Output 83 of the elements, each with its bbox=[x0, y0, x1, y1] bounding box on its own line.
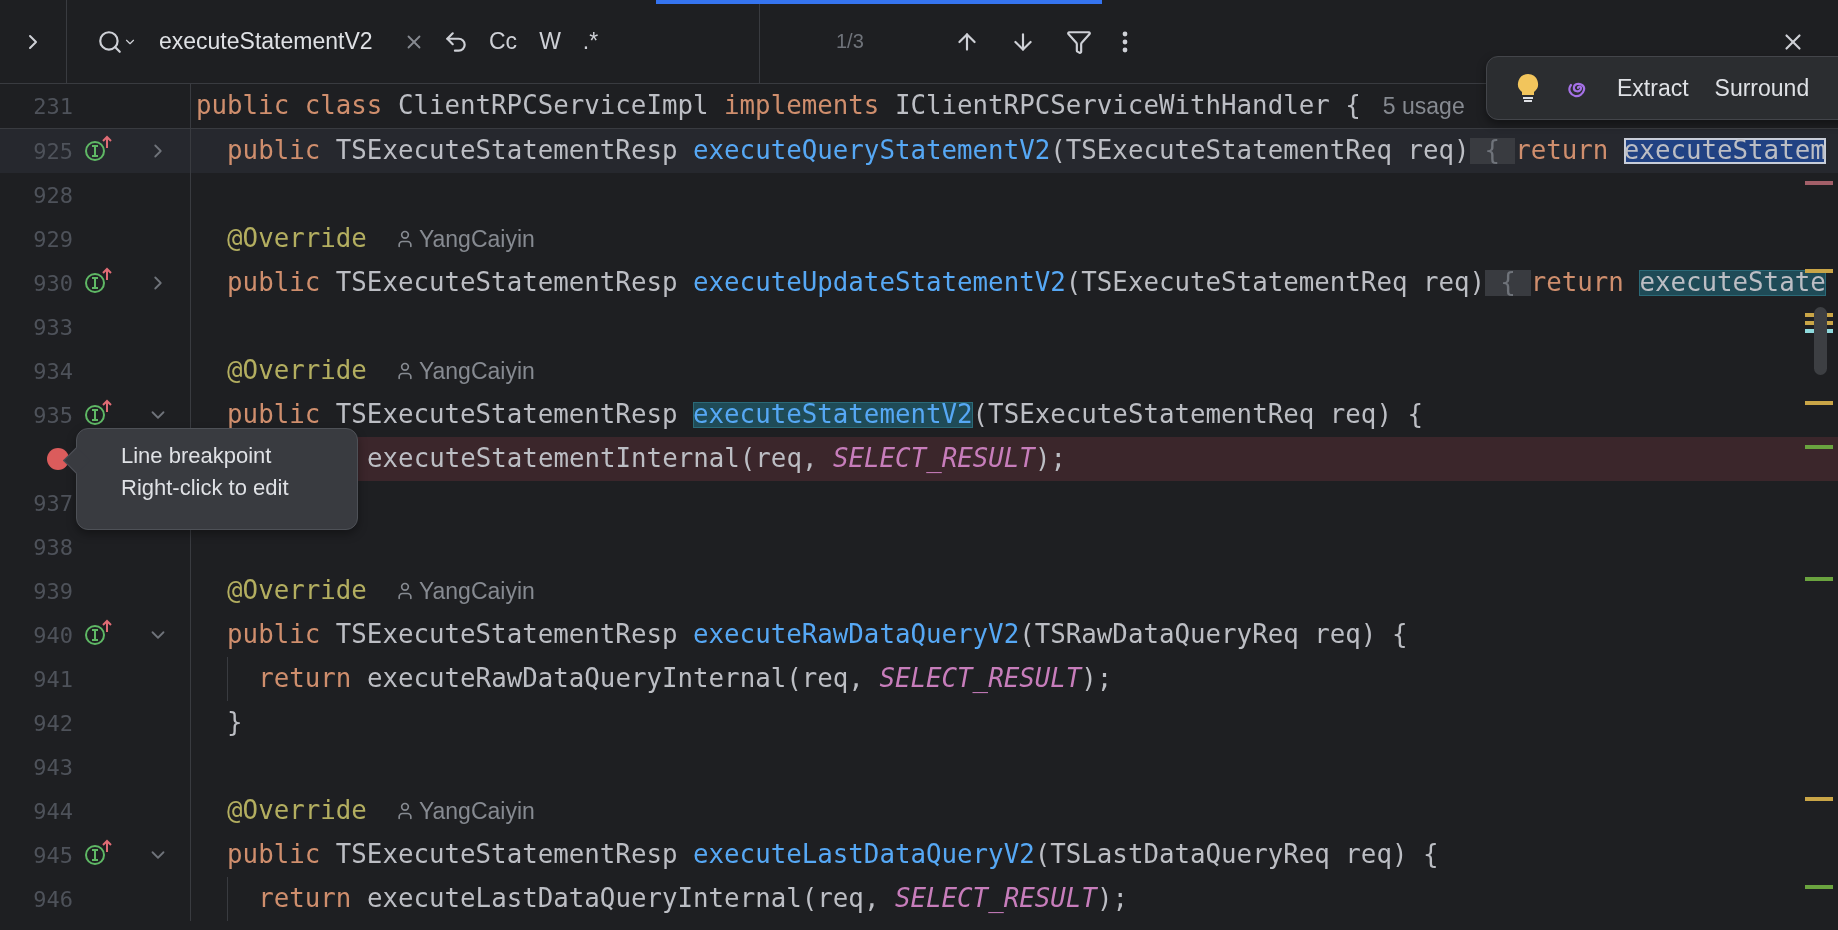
intention-action[interactable]: Surround bbox=[1714, 74, 1810, 102]
annotation: @Override bbox=[227, 798, 367, 824]
code-text: TSExecuteStatementResp bbox=[335, 842, 679, 868]
line-number: 930 bbox=[33, 270, 73, 296]
method-name: executeRawDataQueryV2 bbox=[693, 622, 1020, 648]
line-number: 929 bbox=[33, 226, 73, 252]
code-text: (TSLastDataQueryReq req) { bbox=[1034, 842, 1439, 868]
breakpoint-dot[interactable] bbox=[47, 448, 69, 470]
more-icon bbox=[1121, 30, 1128, 53]
annotation: @Override bbox=[227, 358, 367, 384]
code-text: executeLastDataQueryInternal(req, bbox=[366, 886, 881, 912]
code-text: TSExecuteStatementResp bbox=[335, 270, 679, 296]
search-icon bbox=[97, 28, 123, 55]
author-hint[interactable]: YangCaiyin bbox=[418, 579, 535, 603]
implements-marker-icon[interactable] bbox=[84, 619, 114, 647]
code-text: } bbox=[227, 710, 243, 736]
constant: SELECT_RESULT bbox=[879, 666, 1082, 692]
method-name: executeUpdateStatementV2 bbox=[693, 270, 1066, 296]
line-number: 933 bbox=[33, 314, 73, 340]
constant: SELECT_RESULT bbox=[833, 446, 1035, 472]
line-number: 945 bbox=[33, 842, 73, 868]
annotation: @Override bbox=[227, 226, 367, 252]
line-number: 939 bbox=[33, 578, 73, 604]
search-option-toggle[interactable]: W bbox=[533, 24, 567, 59]
method-name: executeQueryStatementV2 bbox=[693, 138, 1051, 164]
search-field[interactable]: executeStatementV2 bbox=[159, 26, 389, 57]
line-number: 944 bbox=[33, 798, 73, 824]
keyword: public bbox=[227, 842, 322, 868]
line-number: 941 bbox=[33, 666, 73, 692]
code-text: executeRawDataQueryInternal(req, bbox=[366, 666, 865, 692]
keyword: public bbox=[227, 402, 322, 428]
implements-marker-icon[interactable] bbox=[84, 399, 114, 427]
code-text: (TSExecuteStatementReq req) bbox=[1050, 138, 1470, 164]
code-text: TSExecuteStatementResp bbox=[335, 402, 679, 428]
code-text: IClientRPCServiceWithHandler { bbox=[894, 93, 1361, 119]
keyword: public bbox=[227, 138, 322, 164]
constant: SELECT_RESULT bbox=[894, 886, 1097, 912]
search-match: executeStatementV2 bbox=[693, 402, 973, 428]
line-number: 940 bbox=[33, 622, 73, 648]
author-hint[interactable]: YangCaiyin bbox=[418, 227, 535, 251]
code-text: TSExecuteStatementResp bbox=[335, 622, 679, 648]
keyword: public bbox=[227, 270, 322, 296]
implements-marker-icon[interactable] bbox=[84, 839, 114, 867]
line-number: 934 bbox=[33, 358, 73, 384]
keyword: implements bbox=[724, 93, 881, 119]
lightbulb-icon[interactable] bbox=[1517, 73, 1539, 103]
author-hint[interactable]: YangCaiyin bbox=[418, 359, 535, 383]
code-text: (TSRawDataQueryReq req) { bbox=[1019, 622, 1408, 648]
keyword: public bbox=[227, 622, 322, 648]
search-match: executeState bbox=[1639, 270, 1826, 296]
line-number: 231 bbox=[33, 93, 73, 119]
line-number: 935 bbox=[33, 402, 73, 428]
line-number: 942 bbox=[33, 710, 73, 736]
author-hint[interactable]: YangCaiyin bbox=[418, 799, 535, 823]
search-option-toggle[interactable]: .* bbox=[576, 24, 605, 59]
annotation: @Override bbox=[227, 578, 367, 604]
search-option-toggle[interactable]: Cc bbox=[483, 24, 524, 59]
code-text: (TSExecuteStatementReq req) { bbox=[972, 402, 1423, 428]
code-text: TSExecuteStatementResp bbox=[335, 138, 679, 164]
code-text: executeStatementInternal(req, bbox=[367, 446, 819, 472]
match-count: 1/3 bbox=[836, 30, 864, 53]
filter-icon bbox=[1065, 28, 1092, 55]
keyword: return bbox=[258, 886, 353, 912]
implements-marker-icon[interactable] bbox=[84, 135, 114, 163]
tooltip-text: Right-click to edit bbox=[121, 475, 290, 501]
line-number: 943 bbox=[33, 754, 73, 780]
keyword: return bbox=[1530, 270, 1625, 296]
keyword: class bbox=[304, 93, 384, 119]
keyword: public bbox=[196, 93, 291, 119]
scrollbar-thumb[interactable] bbox=[1814, 307, 1827, 375]
line-number: 928 bbox=[33, 182, 73, 208]
intention-action[interactable]: Extract bbox=[1617, 74, 1689, 102]
line-number: 937 bbox=[33, 490, 73, 516]
line-number: 938 bbox=[33, 534, 73, 560]
line-number: 946 bbox=[33, 886, 73, 912]
keyword: return bbox=[258, 666, 353, 692]
method-name: executeLastDataQueryV2 bbox=[693, 842, 1035, 868]
tooltip-text: Line breakpoint bbox=[121, 443, 273, 469]
implements-marker-icon[interactable] bbox=[84, 267, 114, 295]
usages-hint[interactable]: 5 usage bbox=[1382, 94, 1465, 118]
code-text: (TSExecuteStatementReq req) bbox=[1065, 270, 1486, 296]
keyword: return bbox=[1515, 138, 1610, 164]
code-text: ClientRPCServiceImpl bbox=[397, 93, 710, 119]
